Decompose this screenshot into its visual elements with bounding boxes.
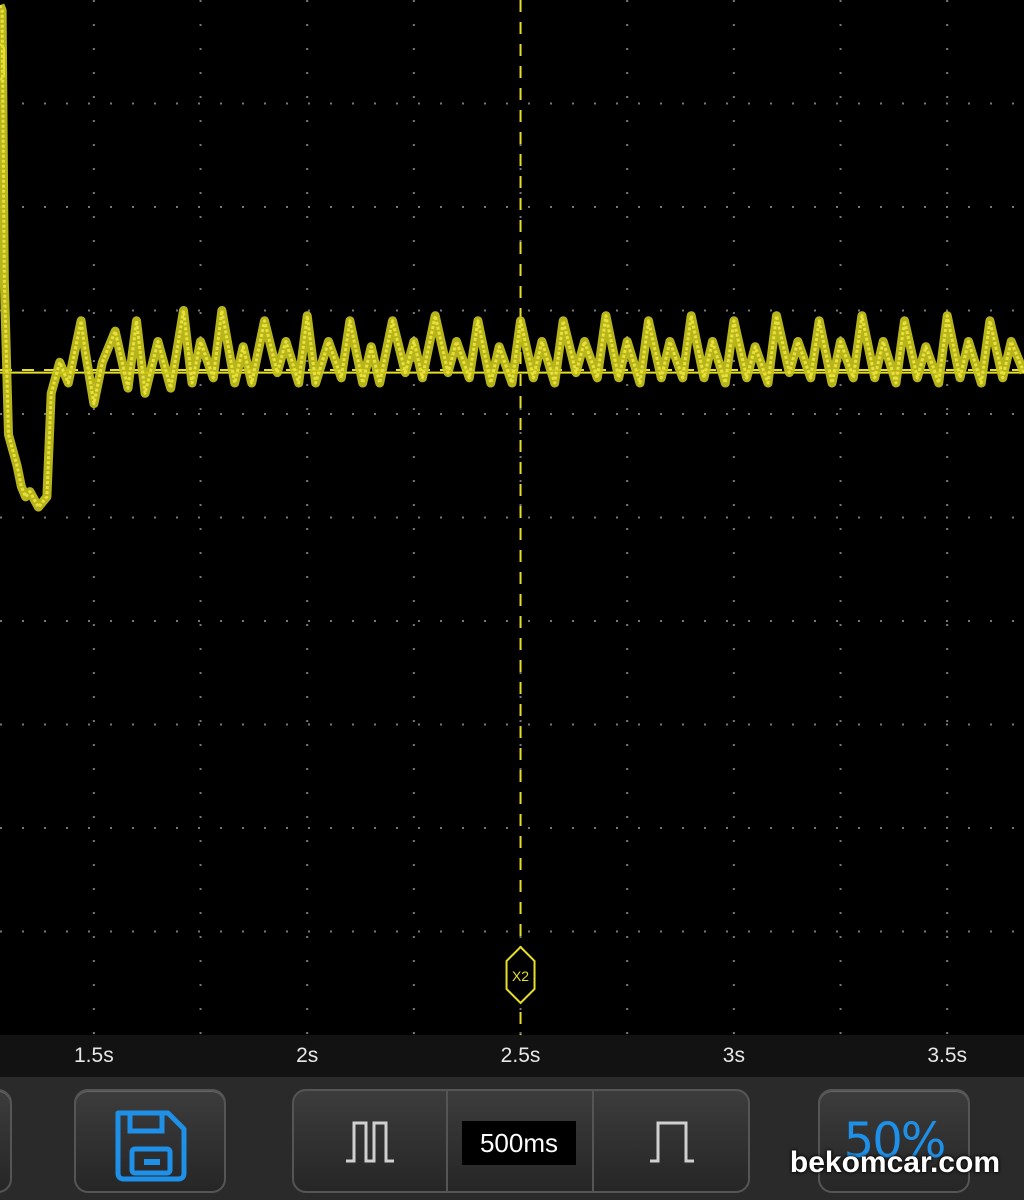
- waveform-trace: [0, 3, 1024, 512]
- floppy-disk-icon: [115, 1110, 187, 1182]
- x2-marker-label: X2: [512, 968, 529, 984]
- save-button[interactable]: [74, 1089, 226, 1193]
- time-tick-label: 3.5s: [927, 1044, 968, 1067]
- watermark: bekomcar.com: [789, 1146, 1000, 1179]
- partial-left-button[interactable]: [0, 1089, 12, 1193]
- timebase-increase-button[interactable]: [594, 1091, 748, 1191]
- bottom-toolbar: 500ms 50%: [0, 1077, 1024, 1200]
- pulse-train-icon: [346, 1121, 394, 1163]
- timebase-display: 500ms: [446, 1091, 594, 1191]
- waveform-plot[interactable]: X2: [0, 0, 1024, 1035]
- waveform-trace-noise: [0, 4, 1024, 509]
- single-pulse-icon: [650, 1121, 694, 1163]
- time-tick-label: 1.5s: [74, 1044, 114, 1067]
- time-tick-label: 2s: [296, 1044, 319, 1067]
- time-tick-label: 3s: [722, 1044, 745, 1067]
- timebase-control: 500ms: [292, 1089, 750, 1193]
- time-axis: 1.5s 2s 2.5s 3s 3.5s: [0, 1035, 1024, 1077]
- time-tick-label: 2.5s: [500, 1044, 541, 1067]
- timebase-value: 500ms: [462, 1121, 576, 1165]
- oscilloscope-screen[interactable]: X2: [0, 0, 1024, 1035]
- timebase-decrease-button[interactable]: [294, 1091, 448, 1191]
